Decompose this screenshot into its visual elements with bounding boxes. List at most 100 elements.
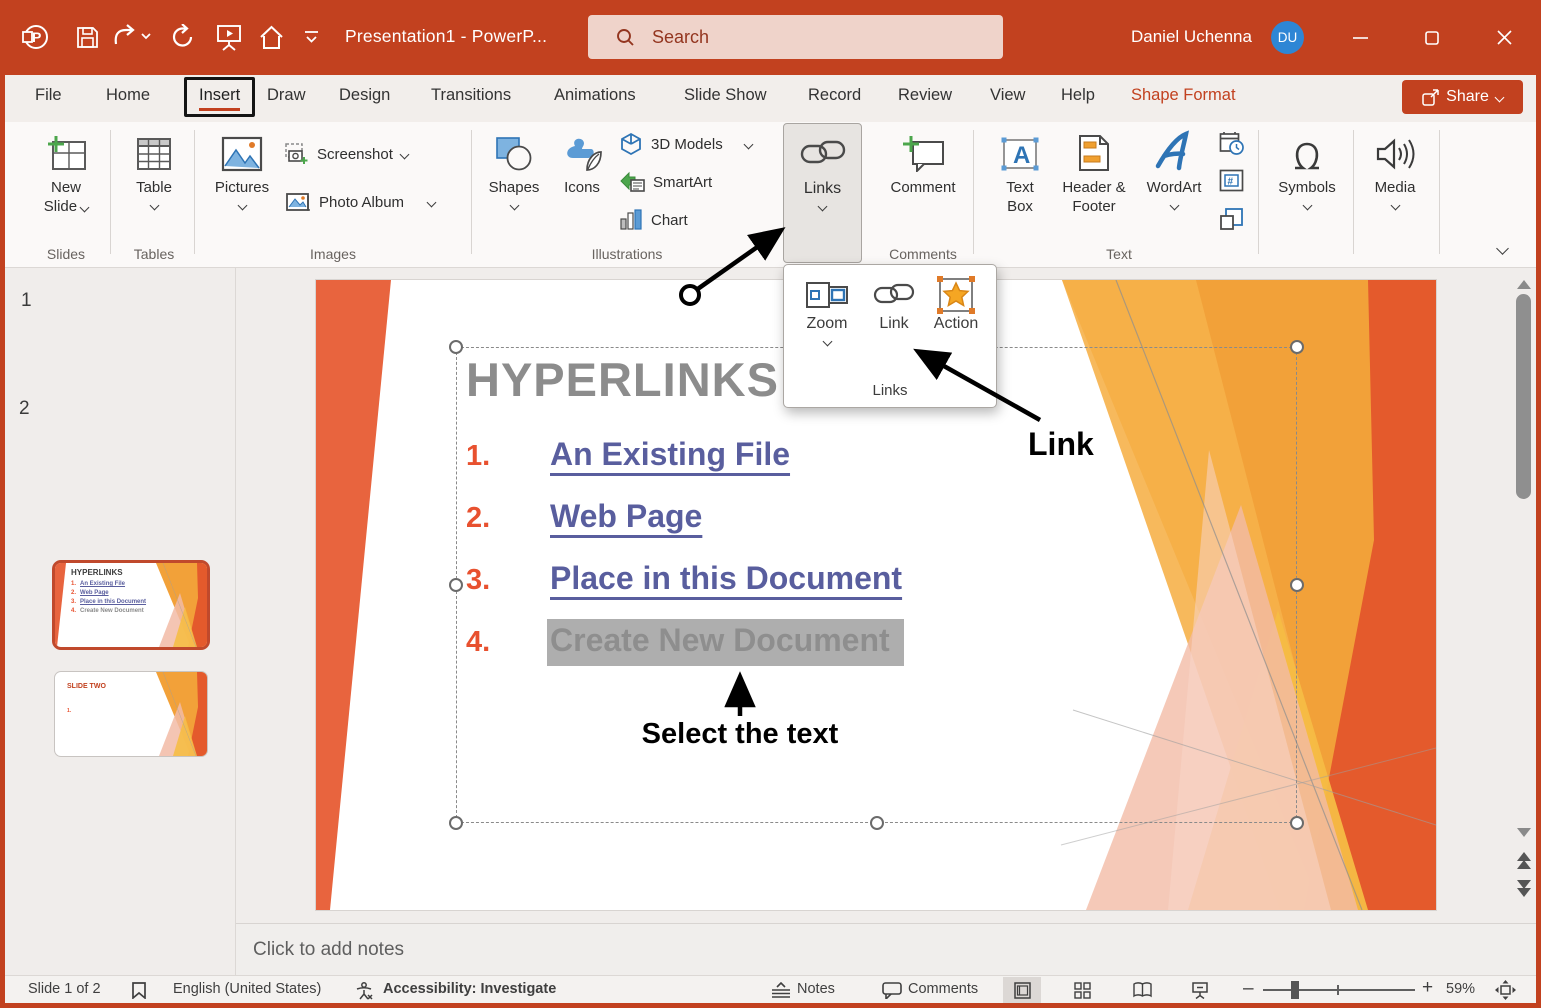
language-indicator[interactable]: English (United States)	[173, 981, 321, 997]
photo-album-button[interactable]: Photo Album	[285, 191, 435, 213]
table-button[interactable]: Table	[115, 126, 193, 262]
collapse-ribbon-button[interactable]	[1498, 240, 1507, 258]
selection-handle-bottom-left[interactable]	[449, 816, 463, 830]
screenshot-label: Screenshot	[317, 146, 393, 163]
slideshow-view-button[interactable]	[1181, 977, 1219, 1003]
powerpoint-logo-icon[interactable]: P	[20, 22, 50, 52]
normal-view-icon	[1014, 982, 1031, 999]
slide-1-thumbnail[interactable]: HYPERLINKS 1.An Existing File 2.Web Page…	[52, 560, 210, 650]
icons-button[interactable]: Icons	[551, 126, 613, 262]
slide-sorter-view-button[interactable]	[1063, 977, 1101, 1003]
wordart-button[interactable]: WordArt	[1136, 126, 1212, 262]
header-footer-button[interactable]: Header & Footer	[1053, 126, 1135, 262]
menu-item-zoom[interactable]: Zoom	[794, 275, 860, 345]
accessibility-status[interactable]: Accessibility: Investigate	[383, 981, 556, 997]
comment-button[interactable]: Comment	[876, 126, 970, 262]
pictures-icon	[202, 126, 282, 172]
scroll-down-arrow[interactable]	[1517, 828, 1531, 837]
selection-handle-bottom-right[interactable]	[1290, 816, 1304, 830]
tab-shape-format[interactable]: Shape Format	[1131, 86, 1236, 105]
screenshot-icon	[285, 143, 309, 165]
slide-2-thumbnail[interactable]: SLIDE TWO 1.	[54, 671, 208, 757]
save-icon[interactable]	[72, 22, 102, 52]
share-button[interactable]: Share	[1402, 80, 1523, 114]
shapes-button[interactable]: Shapes	[479, 126, 549, 262]
group-divider	[973, 130, 974, 254]
notes-pane[interactable]: Click to add notes	[236, 923, 1536, 975]
links-button[interactable]: Links	[783, 123, 862, 263]
tab-view[interactable]: View	[990, 86, 1025, 105]
smartart-button[interactable]: SmartArt	[619, 171, 712, 193]
selection-handle-top-left[interactable]	[449, 340, 463, 354]
selection-handle-middle-left[interactable]	[449, 578, 463, 592]
symbols-button[interactable]: Symbols	[1269, 126, 1345, 262]
header-footer-label: Header & Footer	[1062, 179, 1125, 215]
selection-handle-middle-right[interactable]	[1290, 578, 1304, 592]
window-border-right	[1536, 75, 1541, 1008]
zoom-slider-track[interactable]	[1263, 989, 1415, 991]
accessibility-icon	[355, 982, 375, 1000]
group-label-slides: Slides	[25, 246, 107, 262]
tab-file[interactable]: File	[35, 86, 62, 105]
next-slide-button-2[interactable]	[1517, 888, 1531, 897]
pictures-button[interactable]: Pictures	[202, 126, 282, 262]
tab-help[interactable]: Help	[1061, 86, 1095, 105]
tab-record[interactable]: Record	[808, 86, 861, 105]
3d-models-button[interactable]: 3D Models	[619, 132, 752, 156]
screenshot-button[interactable]: Screenshot	[285, 143, 408, 165]
slide-indicator[interactable]: Slide 1 of 2	[28, 981, 101, 997]
tab-draw[interactable]: Draw	[267, 86, 306, 105]
menu-item-action[interactable]: Action	[922, 275, 990, 333]
text-box-button[interactable]: A Text Box	[988, 126, 1052, 262]
collapse-ribbon-chevron-icon	[1496, 242, 1509, 255]
zoom-in-button[interactable]: +	[1422, 977, 1433, 999]
tab-transitions[interactable]: Transitions	[431, 86, 511, 105]
new-slide-button[interactable]: New Slide	[25, 126, 107, 262]
normal-view-button[interactable]	[1003, 977, 1041, 1003]
user-name[interactable]: Daniel Uchenna	[1131, 27, 1252, 47]
minimize-button[interactable]	[1337, 0, 1383, 75]
tab-slide-show[interactable]: Slide Show	[684, 86, 767, 105]
chart-button[interactable]: Chart	[619, 209, 688, 231]
date-time-icon	[1219, 131, 1244, 156]
search-input[interactable]: Search	[588, 15, 1003, 59]
selection-handle-top-right[interactable]	[1290, 340, 1304, 354]
zoom-out-button[interactable]: –	[1243, 978, 1254, 1000]
share-chevron-icon	[1494, 92, 1504, 102]
scrollbar-thumb[interactable]	[1516, 294, 1531, 499]
maximize-button[interactable]	[1409, 0, 1455, 75]
close-button[interactable]	[1481, 0, 1527, 75]
tab-design[interactable]: Design	[339, 86, 390, 105]
tab-home[interactable]: Home	[106, 86, 150, 105]
previous-slide-button-2[interactable]	[1517, 860, 1531, 869]
scroll-up-arrow[interactable]	[1517, 280, 1531, 289]
home-icon[interactable]	[256, 22, 286, 52]
zoom-slider-thumb[interactable]	[1291, 981, 1299, 999]
comments-toggle[interactable]: Comments	[908, 981, 978, 997]
date-time-button[interactable]	[1219, 131, 1244, 156]
tab-animations[interactable]: Animations	[554, 86, 636, 105]
powerpoint-window: P Presentation1 - PowerP... Search Danie…	[0, 0, 1541, 1008]
tab-review[interactable]: Review	[898, 86, 952, 105]
reading-view-button[interactable]	[1123, 977, 1161, 1003]
photo-album-chevron-icon	[427, 197, 437, 207]
slide-sorter-icon	[1074, 982, 1091, 999]
zoom-level[interactable]: 59%	[1446, 981, 1475, 997]
media-button[interactable]: Media	[1359, 126, 1431, 262]
menu-item-link[interactable]: Link	[866, 275, 922, 333]
insert-object-button[interactable]	[1219, 207, 1244, 232]
slide-number-button[interactable]: #	[1219, 169, 1244, 194]
quick-access-toolbar-chevron-icon[interactable]	[300, 22, 322, 52]
selection-handle-bottom-middle[interactable]	[870, 816, 884, 830]
comment-label: Comment	[890, 179, 955, 196]
tab-insert[interactable]: Insert	[184, 77, 255, 117]
notes-toggle[interactable]: Notes	[797, 981, 835, 997]
symbols-icon	[1269, 126, 1345, 172]
user-avatar[interactable]: DU	[1271, 21, 1304, 54]
redo-icon[interactable]	[168, 22, 198, 52]
fit-slide-to-window-icon[interactable]	[1495, 980, 1516, 1000]
media-icon	[1359, 126, 1431, 172]
undo-button[interactable]	[110, 22, 154, 52]
start-slideshow-icon[interactable]	[214, 22, 244, 52]
spell-check-icon[interactable]	[130, 982, 148, 999]
